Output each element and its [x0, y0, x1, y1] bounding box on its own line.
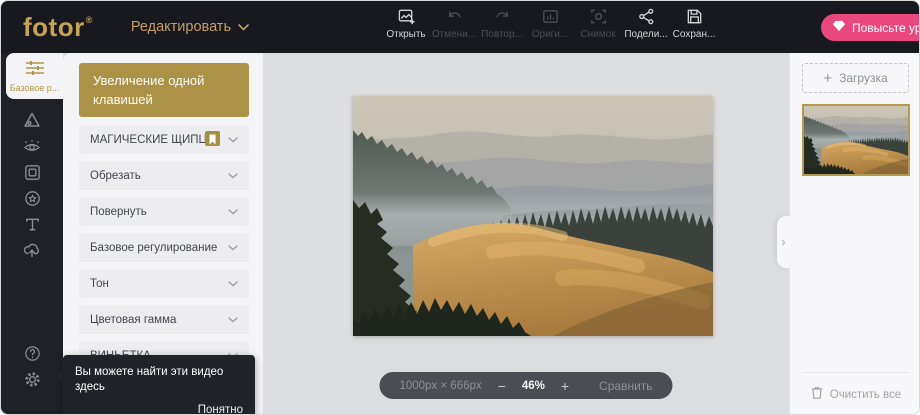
snapshot-button[interactable]: Снимок [574, 6, 622, 40]
zoom-bar: 1000px × 666px − 46% + Сравнить [379, 372, 672, 399]
uploads-panel: › + Загрузка Очистить все [789, 53, 920, 415]
editing-image[interactable] [353, 96, 713, 336]
settings-button[interactable] [1, 366, 63, 392]
zoom-level: 46% [522, 380, 545, 392]
chevron-down-icon [228, 137, 238, 143]
section-rotate[interactable]: Повернуть [79, 197, 249, 226]
chevron-down-icon [228, 245, 238, 251]
help-icon [23, 344, 42, 363]
save-button[interactable]: Сохран... [670, 6, 718, 40]
section-label: МАГИЧЕСКИЕ ЩИПЦЫ [90, 134, 205, 146]
redo-icon [493, 6, 512, 26]
prism-icon [22, 110, 42, 130]
image-dimensions: 1000px × 666px [399, 380, 481, 392]
canvas-area: 1000px × 666px − 46% + Сравнить [263, 53, 789, 415]
upgrade-label: Повысьте уровень [852, 21, 920, 35]
chevron-down-icon [238, 24, 249, 31]
section-magic-clippers[interactable]: МАГИЧЕСКИЕ ЩИПЦЫ [79, 125, 249, 154]
chevron-down-icon [228, 173, 238, 179]
edit-mode-label: Редактировать [131, 19, 231, 35]
original-label: Ориги... [532, 29, 569, 40]
text-icon [23, 215, 42, 234]
sidebar-item-beauty[interactable] [1, 133, 63, 159]
open-button[interactable]: Открыть [382, 6, 430, 40]
gem-icon [832, 20, 846, 35]
upload-button[interactable]: + Загрузка [802, 63, 909, 93]
share-label: Подели... [624, 29, 667, 40]
original-image-icon [541, 6, 560, 26]
video-hint-tooltip: Вы можете найти эти видео здесь Понятно [63, 355, 255, 415]
undo-button[interactable]: Отмени... [430, 6, 478, 40]
original-button[interactable]: Ориги... [526, 6, 574, 40]
sidebar-bottom-group [1, 340, 63, 392]
section-color-gamma[interactable]: Цветовая гамма [79, 305, 249, 334]
share-button[interactable]: Подели... [622, 6, 670, 40]
sidebar-item-basic-edit[interactable]: Базовое р... [6, 53, 63, 99]
section-crop[interactable]: Обрезать [79, 161, 249, 190]
toolbar: Открыть Отмени... Повтор... Ориги... [382, 6, 718, 40]
undo-icon [445, 6, 464, 26]
panel-collapse-handle[interactable]: › [777, 216, 790, 268]
sidebar-item-stickers[interactable] [1, 185, 63, 211]
upload-label: Загрузка [839, 71, 888, 85]
snapshot-label: Снимок [580, 29, 615, 40]
section-tone[interactable]: Тон [79, 269, 249, 298]
redo-label: Повтор... [481, 29, 523, 40]
help-button[interactable] [1, 340, 63, 366]
cloud-upload-icon [22, 240, 42, 260]
top-bar: fotor® Редактировать Открыть Отмени... [1, 1, 920, 53]
save-floppy-icon [685, 6, 704, 26]
save-label: Сохран... [673, 29, 716, 40]
snapshot-icon [589, 6, 608, 26]
share-icon [637, 6, 656, 26]
open-image-icon [397, 6, 416, 26]
sidebar-item-frames[interactable] [1, 159, 63, 185]
sidebar-active-label: Базовое р... [10, 83, 60, 93]
sidebar-item-cloud[interactable] [1, 237, 63, 263]
bookmark-icon [205, 131, 220, 148]
chevron-right-icon: › [782, 235, 786, 249]
zoom-in-button[interactable]: + [559, 378, 571, 394]
undo-label: Отмени... [432, 29, 476, 40]
registered-mark: ® [86, 15, 93, 25]
zoom-out-button[interactable]: − [496, 378, 508, 394]
edit-mode-dropdown[interactable]: Редактировать [131, 19, 249, 35]
sliders-icon [25, 60, 45, 81]
section-label: Обрезать [90, 170, 228, 182]
logo-text: fotor [23, 12, 85, 43]
clear-all-button[interactable]: Очистить все [802, 372, 909, 415]
open-label: Открыть [386, 29, 425, 40]
fotor-logo[interactable]: fotor® [23, 12, 93, 43]
section-label: Повернуть [90, 206, 228, 218]
frame-icon [23, 163, 42, 182]
tooltip-arrow [56, 370, 63, 382]
compare-button[interactable]: Сравнить [599, 379, 652, 393]
chevron-down-icon [228, 209, 238, 215]
chevron-down-icon [228, 281, 238, 287]
sidebar-item-effects[interactable] [1, 107, 63, 133]
trash-icon [810, 385, 824, 405]
upgrade-badge[interactable]: Повысьте уровень [821, 14, 920, 41]
redo-button[interactable]: Повтор... [478, 6, 526, 40]
settings-gear-icon [23, 370, 42, 389]
image-thumbnail-selected[interactable] [802, 104, 910, 176]
fotor-editor-window: fotor® Редактировать Открыть Отмени... [0, 0, 920, 415]
eye-icon [22, 136, 42, 156]
section-label: Цветовая гамма [90, 314, 228, 326]
tooltip-dismiss-link[interactable]: Понятно [75, 404, 243, 415]
sidebar-item-text[interactable] [1, 211, 63, 237]
clear-all-label: Очистить все [830, 389, 901, 401]
chevron-down-icon [228, 317, 238, 323]
left-sidebar: Базовое р... [1, 53, 63, 415]
one-key-enhance-button[interactable]: Увеличение одной клавишей [79, 63, 249, 117]
sticker-star-icon [23, 189, 42, 208]
section-label: Базовое регулирование [90, 242, 228, 254]
tooltip-message: Вы можете найти эти видео здесь [75, 365, 243, 395]
section-basic-adjust[interactable]: Базовое регулирование [79, 233, 249, 262]
plus-icon: + [823, 70, 832, 87]
section-label: Тон [90, 278, 228, 290]
